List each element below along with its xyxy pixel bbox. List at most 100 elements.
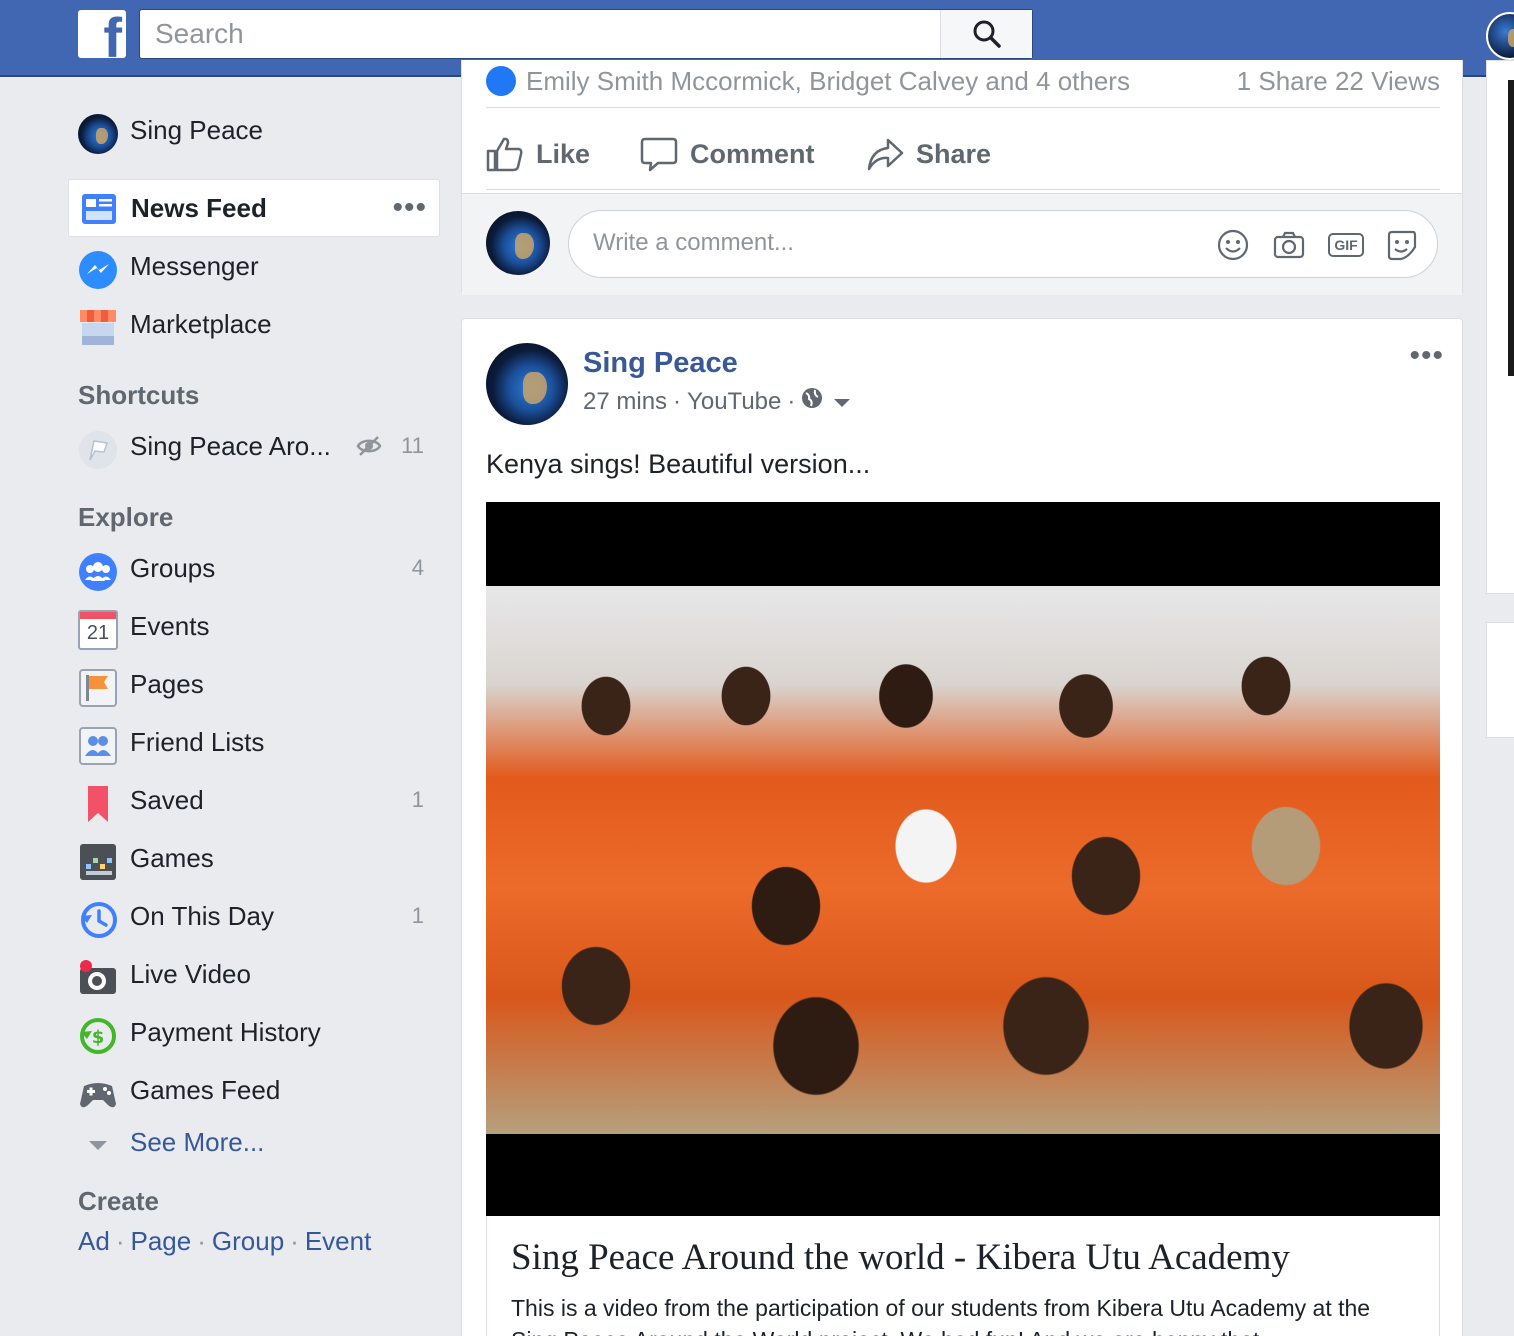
post-author-name[interactable]: Sing Peace (583, 347, 738, 380)
sidebar-item-marketplace[interactable]: Marketplace (68, 298, 440, 350)
post-meta: 27 mins · YouTube · (583, 387, 851, 416)
sidebar-item-label: Friend Lists (130, 726, 265, 757)
post-options-icon[interactable]: ••• (1409, 339, 1444, 373)
live-video-icon (78, 958, 118, 998)
sidebar-item-label: Groups (130, 552, 216, 583)
sidebar-item-messenger[interactable]: Messenger (68, 240, 440, 292)
sidebar-item-label: Marketplace (130, 308, 272, 339)
share-button[interactable]: Share (866, 136, 991, 172)
reaction-names[interactable]: Emily Smith Mccormick, Bridget Calvey an… (526, 66, 1130, 97)
post-actions: Like Comment Share (486, 118, 1440, 190)
news-feed-icon (79, 189, 119, 229)
saved-count: 1 (411, 787, 424, 812)
comment-input[interactable]: Write a comment... GIF (568, 210, 1438, 278)
link-title[interactable]: Sing Peace Around the world - Kibera Utu… (511, 1236, 1290, 1279)
more-options-icon[interactable]: ••• (392, 191, 427, 225)
sidebar-item-live-video[interactable]: Live Video (68, 948, 440, 1000)
like-reaction-icon (486, 66, 516, 96)
emoji-icon[interactable] (1217, 229, 1249, 261)
share-icon (867, 138, 904, 171)
groups-icon (78, 552, 118, 592)
create-ad-link[interactable]: Ad (78, 1226, 110, 1256)
right-column-image (1508, 80, 1514, 376)
gamepad-icon (78, 1074, 118, 1114)
sidebar-item-events[interactable]: 21 Events (68, 600, 440, 652)
facebook-logo[interactable]: f (78, 10, 126, 58)
sidebar-item-groups[interactable]: Groups 4 (68, 542, 440, 594)
sidebar-item-label: Saved (130, 784, 204, 815)
create-heading: Create (78, 1186, 159, 1216)
sidebar-item-label: Payment History (130, 1016, 321, 1047)
share-label: Share (916, 138, 992, 169)
sidebar-item-payment-history[interactable]: $ Payment History (68, 1006, 440, 1058)
globe-icon[interactable] (801, 387, 823, 416)
link-description: This is a video from the participation o… (511, 1295, 1371, 1336)
sidebar-item-shortcut[interactable]: Sing Peace Aro... 11 (68, 420, 440, 472)
bookmark-icon (78, 784, 118, 824)
chevron-down-icon (78, 1126, 118, 1166)
hidden-eye-icon (356, 433, 382, 464)
share-view-stats[interactable]: 1 Share 22 Views (1237, 66, 1440, 97)
sidebar-item-pages[interactable]: Pages (68, 658, 440, 710)
sidebar-item-games-feed[interactable]: Games Feed (68, 1064, 440, 1116)
shortcuts-heading: Shortcuts (78, 380, 200, 410)
flag-icon (78, 668, 118, 708)
create-page-link[interactable]: Page (130, 1226, 191, 1256)
explore-heading: Explore (78, 502, 174, 532)
gif-icon[interactable]: GIF (1328, 229, 1364, 261)
history-icon (78, 900, 118, 940)
sidebar-item-games[interactable]: Games (68, 832, 440, 884)
sidebar-item-label: Pages (130, 668, 204, 699)
sidebar-item-label: News Feed (131, 192, 267, 223)
group-flag-icon (78, 430, 118, 470)
privacy-dropdown-icon[interactable] (833, 388, 851, 416)
sidebar-item-label: Games Feed (130, 1074, 281, 1105)
payment-icon: $ (78, 1016, 118, 1056)
sidebar-item-saved[interactable]: Saved 1 (68, 774, 440, 826)
sidebar-item-news-feed[interactable]: News Feed ••• (68, 179, 440, 237)
reaction-summary[interactable]: Emily Smith Mccormick, Bridget Calvey an… (486, 58, 1440, 108)
post-timestamp[interactable]: 27 mins (583, 388, 667, 416)
post-text: Kenya sings! Beautiful version... (486, 449, 871, 479)
search-box (139, 9, 1033, 59)
profile-avatar (78, 114, 118, 154)
see-more-label: See More... (130, 1126, 265, 1157)
sticker-icon[interactable] (1385, 229, 1417, 261)
sidebar-item-on-this-day[interactable]: On This Day 1 (68, 890, 440, 942)
sidebar-item-profile[interactable]: Sing Peace (68, 104, 440, 156)
post-author-avatar[interactable] (486, 343, 568, 425)
sidebar-item-label: Messenger (130, 250, 259, 281)
comment-button[interactable]: Comment (640, 136, 815, 172)
video-thumbnail (486, 586, 1440, 1134)
video-player[interactable] (486, 502, 1440, 1216)
sidebar-item-friend-lists[interactable]: Friend Lists (68, 716, 440, 768)
gif-label: GIF (1328, 233, 1364, 257)
sidebar-item-label: Events (130, 610, 210, 641)
search-input[interactable] (140, 10, 940, 58)
right-column-card-2 (1486, 622, 1514, 738)
thumbs-up-icon (486, 137, 523, 172)
see-more-link[interactable]: See More... (68, 1116, 440, 1168)
post-source[interactable]: YouTube (687, 388, 781, 416)
comment-label: Comment (690, 138, 815, 169)
previous-post-card: Emily Smith Mccormick, Bridget Calvey an… (461, 60, 1463, 295)
profile-avatar[interactable] (1486, 12, 1514, 60)
friend-list-icon (78, 726, 118, 766)
search-icon (973, 20, 1001, 48)
shortcut-count: 11 (401, 433, 424, 458)
messenger-icon (78, 250, 118, 290)
commenter-avatar (486, 211, 550, 275)
search-button[interactable] (940, 10, 1032, 58)
comment-composer: Write a comment... GIF (462, 193, 1462, 295)
sidebar-item-label: Sing Peace Aro... (130, 430, 331, 461)
groups-count: 4 (411, 555, 424, 580)
link-preview[interactable]: Sing Peace Around the world - Kibera Utu… (486, 1216, 1440, 1336)
sidebar-item-label: On This Day (130, 900, 275, 931)
calendar-day: 21 (86, 621, 110, 644)
on-this-day-count: 1 (411, 903, 424, 928)
like-button[interactable]: Like (486, 136, 590, 172)
create-group-link[interactable]: Group (212, 1226, 284, 1256)
create-event-link[interactable]: Event (305, 1226, 372, 1256)
camera-icon[interactable] (1273, 229, 1305, 261)
sidebar-item-label: Sing Peace (130, 114, 263, 145)
